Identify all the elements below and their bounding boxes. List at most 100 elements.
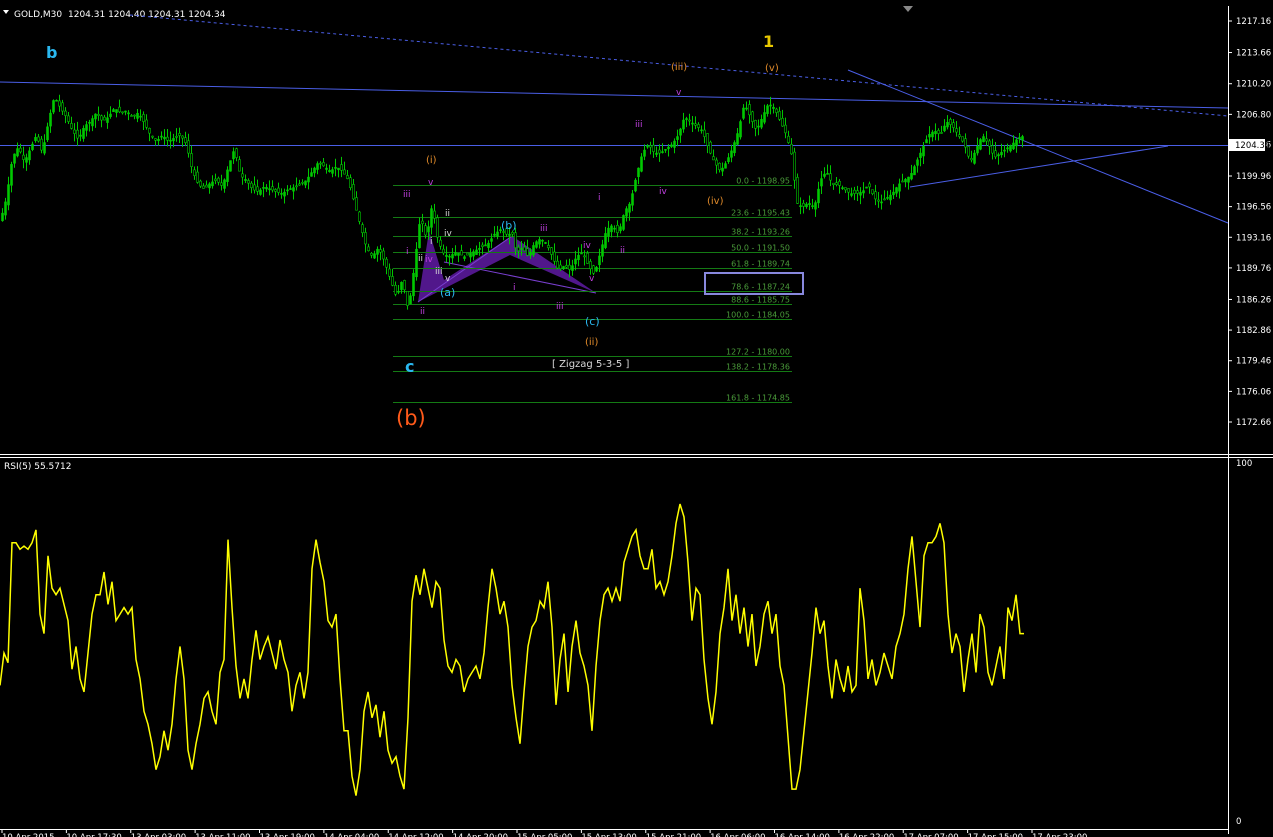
candle-body xyxy=(841,187,844,189)
candle-body xyxy=(895,187,898,194)
wave-label-minor: i xyxy=(598,193,601,203)
candle-body xyxy=(46,126,49,141)
candle-body xyxy=(727,157,730,162)
candle-body xyxy=(577,254,580,261)
candle-body xyxy=(154,138,157,141)
candle-body xyxy=(586,252,589,264)
candle-body xyxy=(976,146,979,154)
fib-level-label: 127.2 - 1180.00 xyxy=(726,348,790,357)
wave-label-b: b xyxy=(46,43,57,62)
candle-body xyxy=(556,260,559,269)
candle-body xyxy=(1,212,4,222)
candle-body xyxy=(595,266,598,272)
candle-body xyxy=(412,272,415,297)
candle-body xyxy=(49,112,52,127)
candle-body xyxy=(265,187,268,190)
candle-body xyxy=(463,256,466,259)
time-tick-label: 10 Apr 17:30 xyxy=(66,833,121,837)
candle-body xyxy=(886,197,889,199)
candle-body xyxy=(889,194,892,201)
candle-body xyxy=(628,203,631,213)
candle-body xyxy=(52,100,55,113)
candle-body xyxy=(22,154,25,160)
candle-body xyxy=(580,252,583,255)
candle-body xyxy=(202,185,205,189)
candle-body xyxy=(394,284,397,295)
candle-body xyxy=(61,102,64,112)
time-tick-label: 14 Apr 20:00 xyxy=(453,833,508,837)
candle-body xyxy=(739,121,742,138)
candle-body xyxy=(508,233,511,236)
candle-body xyxy=(274,189,277,192)
candle-body xyxy=(712,156,715,161)
candle-body xyxy=(1012,142,1015,150)
candle-body xyxy=(847,188,850,193)
candle-body xyxy=(520,248,523,250)
candle-body xyxy=(973,152,976,164)
candle-body xyxy=(442,248,445,254)
wave-label-minor: iv xyxy=(425,255,434,265)
candle-body xyxy=(646,145,649,148)
candle-body xyxy=(619,226,622,232)
candle-body xyxy=(244,179,247,181)
candle-body xyxy=(376,248,379,255)
candle-body xyxy=(652,144,655,152)
candle-body xyxy=(532,245,535,256)
wave-label-minor: iv xyxy=(659,187,668,197)
candle-body xyxy=(562,266,565,270)
candle-body xyxy=(787,135,790,143)
candle-body xyxy=(952,122,955,128)
candle-body xyxy=(493,233,496,236)
candle-body xyxy=(166,136,169,141)
time-tick-label: 13 Apr 11:00 xyxy=(195,833,250,837)
candle-body xyxy=(985,138,988,142)
wave-label-minor: ii xyxy=(620,246,625,256)
candle-body xyxy=(733,142,736,154)
candle-body xyxy=(913,166,916,176)
candle-body xyxy=(445,254,448,257)
candle-body xyxy=(184,137,187,143)
candle-body xyxy=(823,173,826,177)
candle-body xyxy=(406,291,409,306)
zigzag-annotation: [ Zigzag 5-3-5 ] xyxy=(552,359,629,370)
candle-body xyxy=(43,142,46,154)
candle-body xyxy=(943,125,946,132)
candle-body xyxy=(1003,149,1006,152)
wave-label-minor: v xyxy=(589,274,595,284)
candle-body xyxy=(280,193,283,195)
candle-body xyxy=(478,247,481,250)
candle-body xyxy=(34,137,37,141)
candle-body xyxy=(769,104,772,107)
price-tick-label: 1210.20 xyxy=(1236,80,1271,90)
candle-body xyxy=(145,119,148,128)
candle-body xyxy=(25,157,28,163)
candle-body xyxy=(295,185,298,188)
candle-body xyxy=(127,112,130,115)
candle-body xyxy=(103,116,106,121)
candle-body xyxy=(763,112,766,123)
candle-body xyxy=(271,186,274,191)
candle-body xyxy=(181,135,184,139)
candle-body xyxy=(109,113,112,117)
candle-body xyxy=(157,138,160,142)
candle-body xyxy=(916,159,919,166)
candle-body xyxy=(70,123,73,129)
candle-body xyxy=(130,115,133,117)
candle-body xyxy=(448,255,451,258)
candle-body xyxy=(277,187,280,193)
candle-body xyxy=(877,199,880,202)
price-tick-label: 1193.16 xyxy=(1236,233,1271,243)
candle-body xyxy=(604,233,607,248)
time-tick-label: 16 Apr 22:00 xyxy=(839,833,894,837)
candle-body xyxy=(625,208,628,217)
candle-body xyxy=(256,186,259,192)
price-tick-label: 1199.96 xyxy=(1236,172,1271,182)
candle-body xyxy=(304,180,307,186)
candle-body xyxy=(397,290,400,293)
candle-body xyxy=(892,191,895,196)
wave-label-i-paren: (i) xyxy=(426,155,437,166)
candle-body xyxy=(484,244,487,247)
candle-body xyxy=(427,226,430,233)
candle-body xyxy=(898,183,901,192)
candle-body xyxy=(817,188,820,204)
